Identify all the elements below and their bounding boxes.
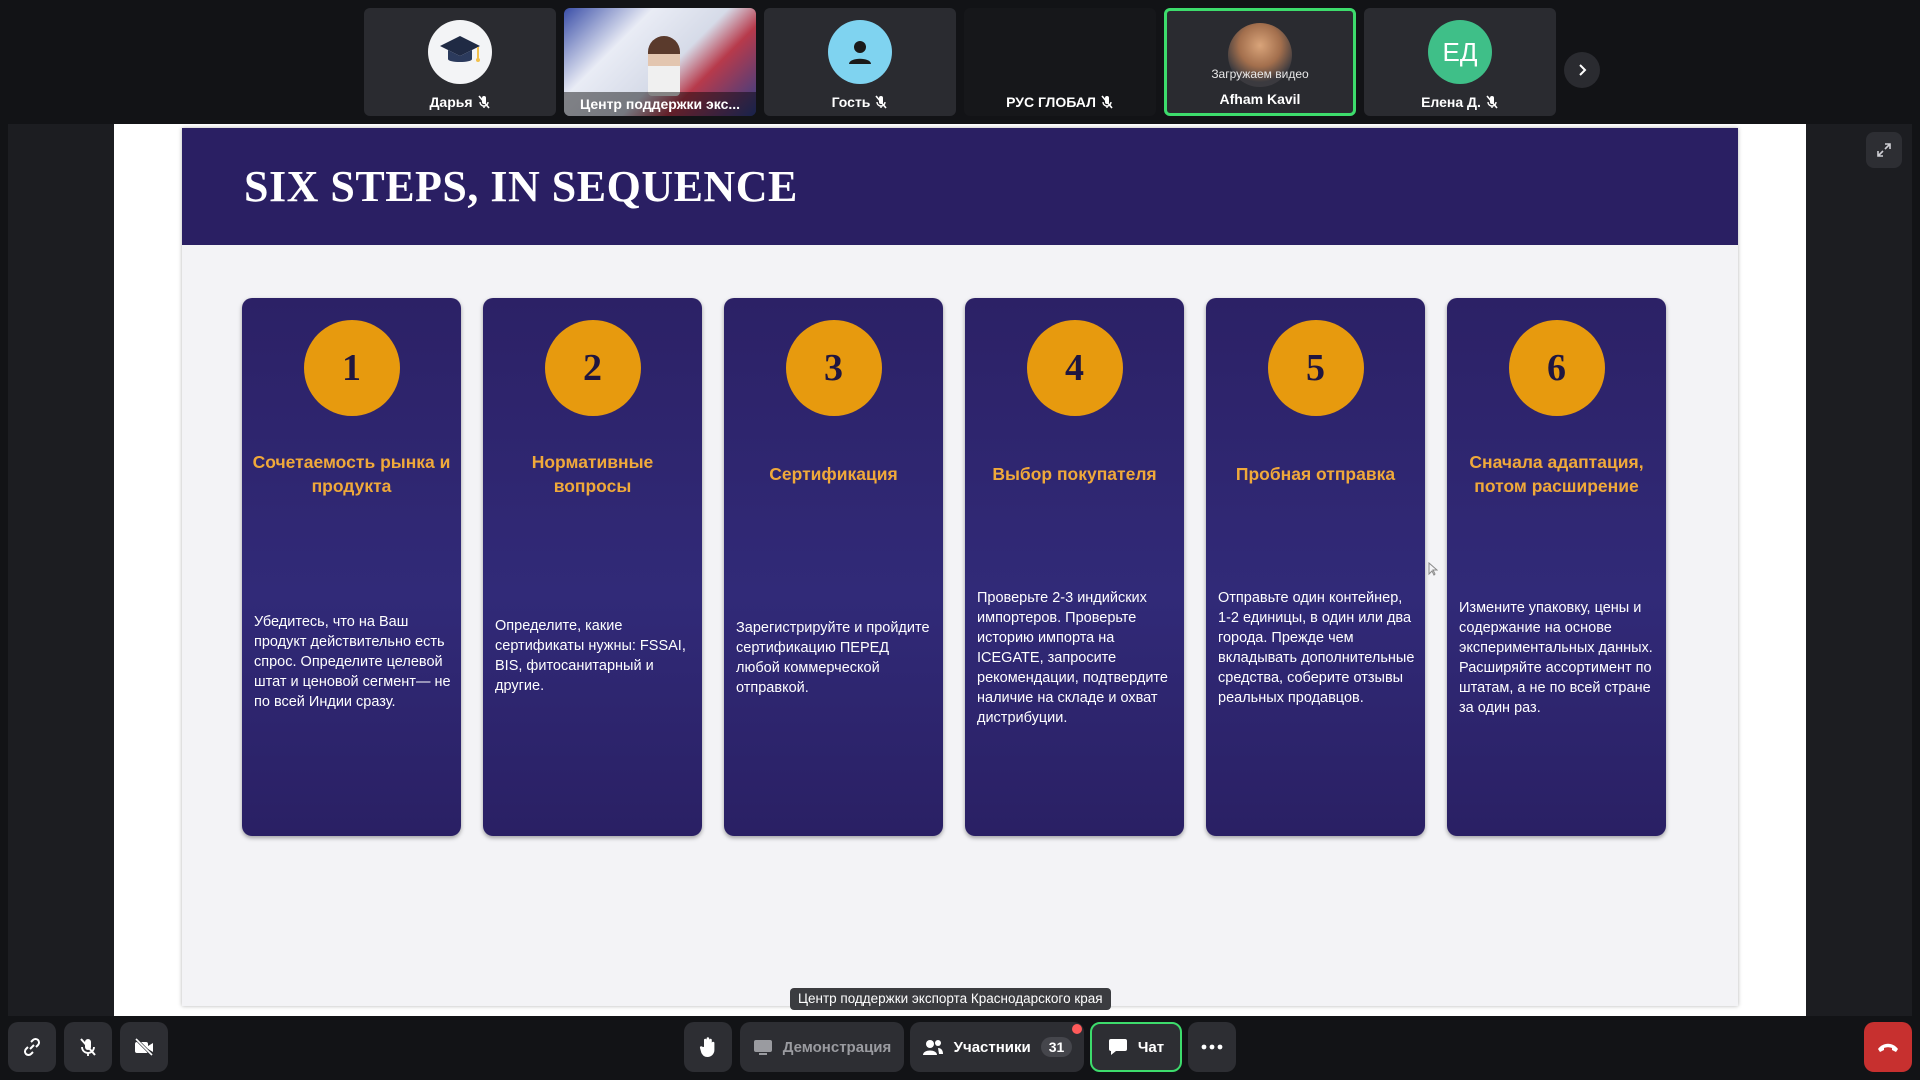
step-number: 4 <box>1026 320 1123 416</box>
participant-name: Гость <box>831 94 871 110</box>
fullscreen-expand-button[interactable] <box>1866 132 1902 168</box>
call-toolbar: Демонстрация Участники 31 Чат <box>0 1022 1920 1074</box>
participant-tile[interactable]: Дарья <box>364 8 556 116</box>
participant-name: РУС ГЛОБАЛ <box>1006 94 1096 110</box>
step-description: Отправьте один контейнер, 1-2 единицы, в… <box>1218 590 1415 706</box>
participants-strip: Дарья Центр поддержки экс... Гость РУС Г… <box>364 8 1556 116</box>
hand-icon <box>699 1037 715 1057</box>
phone-hangup-icon <box>1878 1043 1898 1052</box>
camera-toggle-button[interactable] <box>120 1022 168 1072</box>
step-card: 4 Выбор покупателя Проверьте 2-3 индийск… <box>965 298 1184 836</box>
steps-row: 1 Сочетаемость рынка и продукта Убедитес… <box>242 298 1666 836</box>
step-card: 5 Пробная отправка Отправьте один контей… <box>1206 298 1425 836</box>
step-description: Измените упаковку, цены и содержание на … <box>1459 600 1653 716</box>
participant-name: Елена Д. <box>1421 94 1481 110</box>
microphone-toggle-button[interactable] <box>64 1022 112 1072</box>
step-number: 3 <box>785 320 882 416</box>
participant-tile-active-speaker[interactable]: Загружаем видео Afham Kavil <box>1164 8 1356 116</box>
screen-share-icon <box>753 1040 772 1055</box>
chevron-right-icon[interactable] <box>1564 52 1600 88</box>
participants-button[interactable]: Участники 31 <box>910 1022 1084 1072</box>
participant-tile[interactable]: Гость <box>764 8 956 116</box>
link-icon <box>23 1037 41 1057</box>
step-title: Сочетаемость рынка и продукта <box>252 452 451 496</box>
step-card: 6 Сначала адаптация, потом расширение Из… <box>1447 298 1666 836</box>
chat-icon <box>1108 1039 1127 1055</box>
mouse-cursor-icon <box>1428 562 1438 576</box>
step-number: 2 <box>544 320 641 416</box>
chat-button[interactable]: Чат <box>1090 1022 1182 1072</box>
step-description: Определите, какие сертификаты нужны: FSS… <box>495 618 686 694</box>
camera-off-icon <box>134 1037 154 1057</box>
presentation-slide: SIX STEPS, IN SEQUENCE 1 Сочетаемость ры… <box>182 128 1738 1006</box>
more-options-button[interactable] <box>1188 1022 1236 1072</box>
step-number: 5 <box>1267 320 1364 416</box>
step-title: Нормативные вопросы <box>531 452 654 496</box>
screen-share-thumbnail <box>648 36 680 96</box>
mic-off-icon <box>875 95 888 109</box>
user-silhouette-icon <box>828 20 892 84</box>
step-title: Сертификация <box>769 464 898 484</box>
mic-off-icon <box>477 95 490 109</box>
participants-count-badge: 31 <box>1040 1037 1073 1057</box>
step-title: Выбор покупателя <box>992 464 1157 484</box>
screen-share-button[interactable]: Демонстрация <box>740 1022 904 1072</box>
raise-hand-button[interactable] <box>684 1022 732 1072</box>
expand-icon <box>1877 143 1891 157</box>
participant-name: Центр поддержки экс... <box>579 96 741 112</box>
participant-tile[interactable]: РУС ГЛОБАЛ <box>964 8 1156 116</box>
step-description: Проверьте 2-3 индийских импортеров. Пров… <box>977 590 1168 726</box>
mic-off-icon <box>1486 95 1498 109</box>
step-number: 6 <box>1508 320 1605 416</box>
step-card: 2 Нормативные вопросы Определите, какие … <box>483 298 702 836</box>
participant-tile[interactable]: Центр поддержки экс... <box>564 8 756 116</box>
step-card: 3 Сертификация Зарегистрируйте и пройдит… <box>724 298 943 836</box>
step-card: 1 Сочетаемость рынка и продукта Убедитес… <box>242 298 461 836</box>
presenter-caption: Центр поддержки экспорта Краснодарского … <box>790 988 1111 1010</box>
video-loading-status: Загружаем видео <box>1211 67 1309 81</box>
participant-name: Afham Kavil <box>1219 91 1301 107</box>
initials-avatar: ЕД <box>1428 20 1492 84</box>
participant-tile[interactable]: ЕД Елена Д. <box>1364 8 1556 116</box>
mic-off-icon <box>80 1038 96 1056</box>
copy-link-button[interactable] <box>8 1022 56 1072</box>
notification-dot <box>1072 1024 1082 1034</box>
slide-header: SIX STEPS, IN SEQUENCE <box>182 128 1738 245</box>
screen-share-label: Демонстрация <box>782 1038 892 1056</box>
more-icon <box>1201 1044 1223 1050</box>
step-number: 1 <box>303 320 400 416</box>
participants-label: Участники <box>953 1038 1031 1056</box>
chat-label: Чат <box>1137 1038 1165 1056</box>
participant-name: Дарья <box>429 94 473 110</box>
step-description: Убедитесь, что на Ваш продукт действител… <box>254 614 451 710</box>
step-description: Зарегистрируйте и пройдите сертификацию … <box>736 620 930 696</box>
participants-icon <box>922 1040 943 1055</box>
mic-off-icon <box>1101 95 1113 109</box>
graduation-cap-avatar-icon <box>428 20 492 84</box>
hang-up-button[interactable] <box>1864 1022 1912 1072</box>
slide-title: SIX STEPS, IN SEQUENCE <box>244 162 798 211</box>
step-title: Сначала адаптация, потом расширение <box>1469 452 1644 496</box>
step-title: Пробная отправка <box>1235 464 1396 484</box>
